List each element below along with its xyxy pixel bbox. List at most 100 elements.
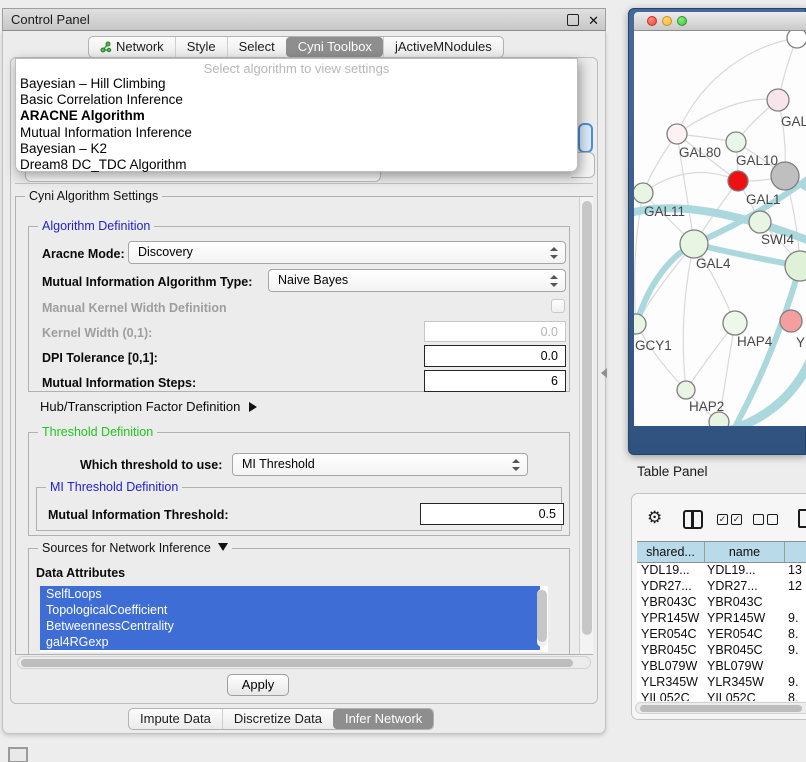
split-view-icon[interactable]	[683, 510, 703, 529]
table-row[interactable]: YLR345WYLR345W9.	[637, 675, 806, 691]
close-icon[interactable]: ✕	[588, 10, 599, 31]
table-row[interactable]: YIL052CYIL052C8.	[637, 691, 806, 701]
control-panel-title: Control Panel	[11, 9, 90, 30]
node-gcy1[interactable]	[634, 314, 646, 334]
node-label: GAL11	[644, 204, 685, 219]
scrollbar-thumb[interactable]	[21, 659, 573, 667]
algorithm-option[interactable]: Dream8 DC_TDC Algorithm	[16, 157, 577, 173]
select-all-icon[interactable]	[731, 514, 742, 525]
list-item[interactable]: BetweennessCentrality	[40, 618, 540, 634]
table-row[interactable]: YBR043CYBR043C	[637, 595, 806, 611]
table-cell: YBR045C	[705, 643, 785, 659]
mi-steps-field[interactable]: 6	[424, 370, 566, 392]
kernel-width-field[interactable]: 0.0	[424, 321, 566, 342]
node-gal80[interactable]	[667, 124, 687, 144]
cyni-tab-bar: Network Style Select Cyni Toolbox jActiv…	[88, 36, 504, 58]
manual-kernel-checkbox[interactable]	[551, 299, 565, 313]
list-item[interactable]: SelfLoops	[40, 586, 540, 602]
document-icon[interactable]	[798, 509, 806, 528]
sources-group-title[interactable]: Sources for Network Inference	[38, 542, 232, 555]
node-gal11[interactable]	[634, 183, 653, 203]
deselect-all-icon[interactable]	[753, 514, 764, 525]
table-row[interactable]: YDR27...YDR27...12	[637, 579, 806, 595]
settings-vertical-scrollbar[interactable]	[579, 197, 593, 654]
aracne-mode-label: Aracne Mode:	[42, 247, 125, 261]
tab-impute-data[interactable]: Impute Data	[129, 709, 222, 729]
data-attributes-list[interactable]: SelfLoops TopologicalCoefficient Between…	[40, 586, 548, 652]
tab-select[interactable]: Select	[227, 37, 286, 57]
which-threshold-combobox[interactable]: MI Threshold	[232, 453, 528, 476]
node-hap2[interactable]	[677, 381, 695, 399]
settings-horizontal-scrollbar[interactable]	[17, 656, 591, 669]
network-canvas[interactable]: GALGAL80GAL10GAL1GAL11SWI4GAL4GCY1HAP4YH…	[634, 31, 806, 426]
column-header[interactable]: name	[705, 542, 785, 562]
tab-cyni-toolbox[interactable]: Cyni Toolbox	[286, 37, 383, 57]
collapsed-panel-icon[interactable]	[8, 747, 28, 762]
dpi-tolerance-field[interactable]: 0.0	[424, 345, 566, 367]
node-gal-partial[interactable]	[767, 89, 789, 111]
manual-kernel-label: Manual Kernel Width Definition	[42, 301, 227, 315]
network-edge[interactable]	[636, 244, 694, 324]
list-item[interactable]: gal4RGexp	[40, 634, 540, 650]
deselect-all-icon[interactable]	[767, 514, 778, 525]
column-header[interactable]: shared...	[637, 542, 705, 562]
aracne-mode-combobox[interactable]: Discovery	[128, 241, 566, 264]
node-y-partial[interactable]	[780, 310, 802, 332]
close-traffic-light-icon[interactable]	[647, 16, 657, 26]
table-row[interactable]: YDL19...YDL19...13	[637, 563, 806, 579]
network-icon	[100, 41, 112, 53]
algorithm-option[interactable]: Bayesian – K2	[16, 141, 577, 157]
algorithm-option-highlighted[interactable]: ARACNE Algorithm	[16, 108, 577, 124]
algorithm-option[interactable]: Basic Correlation Inference	[16, 92, 577, 108]
table-row[interactable]: YBL079WYBL079W	[637, 659, 806, 675]
tab-infer-network[interactable]: Infer Network	[333, 709, 433, 729]
node-gal10[interactable]	[726, 132, 746, 152]
algorithm-option[interactable]: Bayesian – Hill Climbing	[16, 76, 577, 92]
node-label: GAL	[781, 114, 806, 129]
node-swi4[interactable]	[749, 211, 771, 233]
minimize-traffic-light-icon[interactable]	[662, 16, 672, 26]
node-hap4[interactable]	[723, 311, 747, 335]
apply-button[interactable]: Apply	[227, 674, 289, 696]
gear-icon[interactable]: ⚙	[647, 508, 662, 528]
table-horizontal-scrollbar[interactable]	[635, 702, 806, 714]
node-gal1[interactable]	[728, 171, 748, 191]
mi-algorithm-type-combobox[interactable]: Naive Bayes	[268, 269, 566, 292]
list-scrollbar[interactable]	[537, 589, 547, 647]
tab-network[interactable]: Network	[89, 37, 175, 57]
node-large-right[interactable]	[785, 251, 806, 281]
scrollbar-thumb[interactable]	[537, 590, 547, 642]
algorithm-option[interactable]: Mutual Information Inference	[16, 125, 577, 141]
scrollbar-thumb[interactable]	[582, 201, 592, 635]
tab-style[interactable]: Style	[175, 37, 227, 57]
control-panel-titlebar: Control Panel ✕	[2, 8, 606, 31]
tab-discretize-data[interactable]: Discretize Data	[222, 709, 333, 729]
network-edge[interactable]	[643, 173, 738, 193]
node-gal4[interactable]	[680, 230, 708, 258]
list-item[interactable]: TopologicalCoefficient	[40, 602, 540, 618]
table-row[interactable]: YPR145WYPR145W9.	[637, 611, 806, 627]
network-edge[interactable]	[677, 99, 778, 134]
table-row[interactable]: YBR045CYBR045C9.	[637, 643, 806, 659]
table-row[interactable]: YER054CYER054C8.	[637, 627, 806, 643]
hub-definition-toggle[interactable]: Hub/Transcription Factor Definition	[40, 399, 257, 414]
splitter-collapse-icon[interactable]	[601, 368, 607, 378]
combo-stepper-focused-fragment[interactable]	[578, 123, 593, 153]
table-cell: YDL19...	[705, 563, 785, 579]
mi-threshold-field[interactable]: 0.5	[420, 503, 564, 525]
tab-jactivemnodules[interactable]: jActiveMNodules	[383, 37, 503, 57]
scrollbar-thumb[interactable]	[640, 705, 802, 712]
zoom-traffic-light-icon[interactable]	[677, 16, 687, 26]
float-window-icon[interactable]	[567, 14, 579, 26]
select-all-icon[interactable]	[717, 514, 728, 525]
network-edge[interactable]	[677, 38, 797, 134]
node-unlabeled-top[interactable]	[787, 31, 806, 48]
network-view-window[interactable]: GALGAL80GAL10GAL1GAL11SWI4GAL4GCY1HAP4YH…	[628, 8, 806, 455]
column-header[interactable]	[785, 542, 806, 562]
which-threshold-label: Which threshold to use:	[80, 458, 222, 472]
network-edge[interactable]	[636, 324, 686, 390]
table-cell: YBR043C	[705, 595, 785, 611]
network-window-titlebar[interactable]	[634, 12, 806, 31]
network-edge[interactable]	[683, 244, 694, 390]
node-bottom[interactable]	[709, 412, 729, 426]
